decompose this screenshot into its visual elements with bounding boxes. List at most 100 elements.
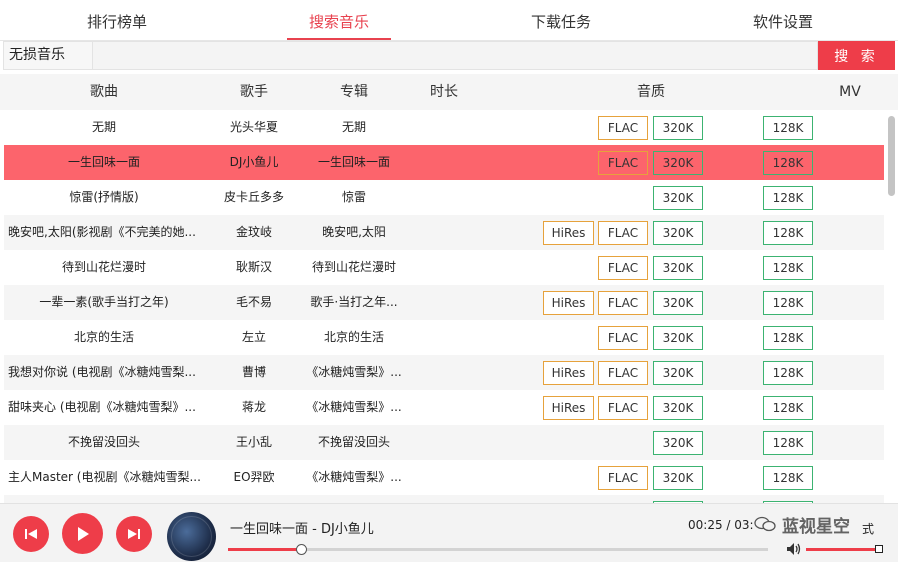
song-singer: 王小乱 — [235, 435, 272, 449]
320k-button[interactable]: 320K — [653, 361, 703, 385]
128k-button[interactable]: 128K — [763, 186, 813, 210]
song-album: 待到山花烂漫时 — [311, 260, 396, 274]
song-title: 北京的生活 — [73, 330, 134, 344]
song-singer: EO羿欧 — [233, 470, 275, 484]
column-quality: 音质 — [637, 84, 665, 100]
128k-button[interactable]: 128K — [763, 326, 813, 350]
progress-track[interactable] — [228, 548, 768, 551]
search-button[interactable]: 搜 索 — [818, 41, 895, 70]
progress-handle[interactable] — [296, 544, 307, 555]
flac-button[interactable]: FLAC — [598, 396, 648, 420]
song-singer: 皮卡丘多多 — [223, 190, 284, 204]
progress-fill — [228, 548, 301, 551]
table-row[interactable]: 我想对你说 (电视剧《冰糖炖雪梨... 曹博 《冰糖炖雪梨》... HiRes FLAC… — [4, 355, 884, 390]
table-row[interactable]: 北京的生活 左立 北京的生活 FLAC 320K 128K — [4, 320, 884, 355]
song-title: 甜味夹心 (电视剧《冰糖炖雪梨》... — [8, 400, 196, 414]
flac-button[interactable]: FLAC — [598, 151, 648, 175]
128k-button[interactable]: 128K — [763, 466, 813, 490]
song-singer: 金玟岐 — [235, 225, 272, 239]
play-button[interactable] — [62, 513, 103, 554]
song-title: 无期 — [91, 120, 116, 134]
flac-button[interactable]: FLAC — [598, 256, 648, 280]
scrollbar-thumb[interactable] — [888, 116, 895, 196]
table-row[interactable]: 不挽留没回头 王小乱 不挽留没回头 320K 128K — [4, 425, 884, 460]
song-album — [304, 495, 404, 503]
320k-button[interactable]: 320K — [653, 396, 703, 420]
320k-button[interactable]: 320K — [653, 326, 703, 350]
320k-button[interactable]: 320K — [653, 221, 703, 245]
128k-button[interactable]: 128K — [763, 116, 813, 140]
tab-search-music[interactable]: 搜索音乐 — [269, 0, 409, 41]
flac-button[interactable]: FLAC — [598, 361, 648, 385]
128k-button[interactable]: 128K — [763, 361, 813, 385]
player-bar: 一生回味一面 - DJ小鱼儿 00:25 / 03: 蓝视星空 式 — [0, 503, 898, 562]
128k-button[interactable]: 128K — [763, 256, 813, 280]
tab-ranking[interactable]: 排行榜单 — [47, 0, 187, 41]
active-tab-indicator — [287, 38, 391, 40]
128k-button[interactable]: 128K — [763, 221, 813, 245]
table-row[interactable]: 待到山花烂漫时 耿斯汉 待到山花烂漫时 FLAC 320K 128K — [4, 250, 884, 285]
table-row[interactable]: 晚安吧,太阳(影视剧《不完美的她... 金玟岐 晚安吧,太阳 HiRes FLAC 320… — [4, 215, 884, 250]
search-input[interactable] — [92, 41, 818, 70]
flac-button[interactable]: FLAC — [598, 291, 648, 315]
table-row[interactable]: 惊雷(抒情版) 皮卡丘多多 惊雷 320K 128K — [4, 180, 884, 215]
table-row[interactable]: 无期 光头华夏 无期 FLAC 320K 128K — [4, 110, 884, 145]
128k-button[interactable]: 128K — [763, 151, 813, 175]
volume-handle[interactable] — [875, 545, 883, 553]
song-title: 我想对你说 (电视剧《冰糖炖雪梨... — [8, 365, 196, 379]
song-album: 晚安吧,太阳 — [322, 225, 386, 239]
song-album: 《冰糖炖雪梨》... — [306, 470, 402, 484]
hires-button[interactable]: HiRes — [543, 396, 594, 420]
play-icon — [77, 526, 89, 541]
flac-button[interactable]: FLAC — [598, 221, 648, 245]
320k-button[interactable]: 320K — [653, 151, 703, 175]
128k-button[interactable]: 128K — [763, 431, 813, 455]
320k-button[interactable]: 320K — [653, 466, 703, 490]
column-duration: 时长 — [430, 84, 458, 100]
table-row[interactable]: 一辈一素(歌手当打之年) 毛不易 歌手·当打之年... HiRes FLAC 320K 12… — [4, 285, 884, 320]
song-singer — [214, 495, 294, 503]
song-album: 惊雷 — [341, 190, 366, 204]
song-singer: 左立 — [241, 330, 266, 344]
table-row[interactable]: 一生回味一面 DJ小鱼儿 一生回味一面 FLAC 320K 128K — [4, 145, 884, 180]
tab-download-tasks[interactable]: 下载任务 — [491, 0, 631, 41]
wechat-watermark-icon — [754, 516, 776, 532]
song-title: 晚安吧,太阳(影视剧《不完美的她... — [8, 225, 196, 239]
flac-button[interactable]: FLAC — [598, 116, 648, 140]
song-title: 一生回味一面 — [67, 155, 140, 169]
320k-button[interactable]: 320K — [653, 256, 703, 280]
play-mode[interactable]: 式 — [862, 520, 874, 537]
table-row[interactable]: 主人Master (电视剧《冰糖炖雪梨... EO羿欧 《冰糖炖雪梨》... FLAC… — [4, 460, 884, 495]
song-singer: 曹博 — [241, 365, 266, 379]
table-row[interactable]: 320K128K — [4, 495, 884, 503]
hires-button[interactable]: HiRes — [543, 221, 594, 245]
320k-button[interactable]: 320K — [653, 116, 703, 140]
song-album: 无期 — [341, 120, 366, 134]
song-list: 无期 光头华夏 无期 FLAC 320K 128K 一生回味一面 DJ小鱼儿 一生回味一面 FLA… — [0, 110, 884, 503]
song-title: 不挽留没回头 — [67, 435, 140, 449]
hires-button[interactable]: HiRes — [543, 361, 594, 385]
playback-time: 00:25 / 03: — [688, 518, 754, 532]
flac-button[interactable]: FLAC — [598, 326, 648, 350]
128k-button[interactable]: 128K — [763, 396, 813, 420]
flac-button[interactable]: FLAC — [598, 466, 648, 490]
hires-button[interactable]: HiRes — [543, 291, 594, 315]
previous-button[interactable] — [13, 516, 49, 552]
volume-icon[interactable] — [786, 542, 802, 556]
128k-button[interactable]: 128K — [763, 291, 813, 315]
320k-button[interactable]: 320K — [653, 431, 703, 455]
column-singer: 歌手 — [240, 84, 268, 100]
320k-button[interactable]: 320K — [653, 291, 703, 315]
next-button[interactable] — [116, 516, 152, 552]
search-category-label: 无损音乐 — [3, 41, 92, 70]
column-mv: MV — [839, 84, 861, 100]
song-title — [4, 495, 204, 503]
song-album: 《冰糖炖雪梨》... — [306, 365, 402, 379]
album-cover[interactable] — [167, 512, 216, 561]
320k-button[interactable]: 320K — [653, 186, 703, 210]
song-album: 歌手·当打之年... — [310, 295, 398, 309]
tab-settings[interactable]: 软件设置 — [713, 0, 853, 41]
song-singer: 光头华夏 — [229, 120, 278, 134]
song-title: 主人Master (电视剧《冰糖炖雪梨... — [8, 470, 201, 484]
table-row[interactable]: 甜味夹心 (电视剧《冰糖炖雪梨》... 蒋龙 《冰糖炖雪梨》... HiRes FLAC… — [4, 390, 884, 425]
